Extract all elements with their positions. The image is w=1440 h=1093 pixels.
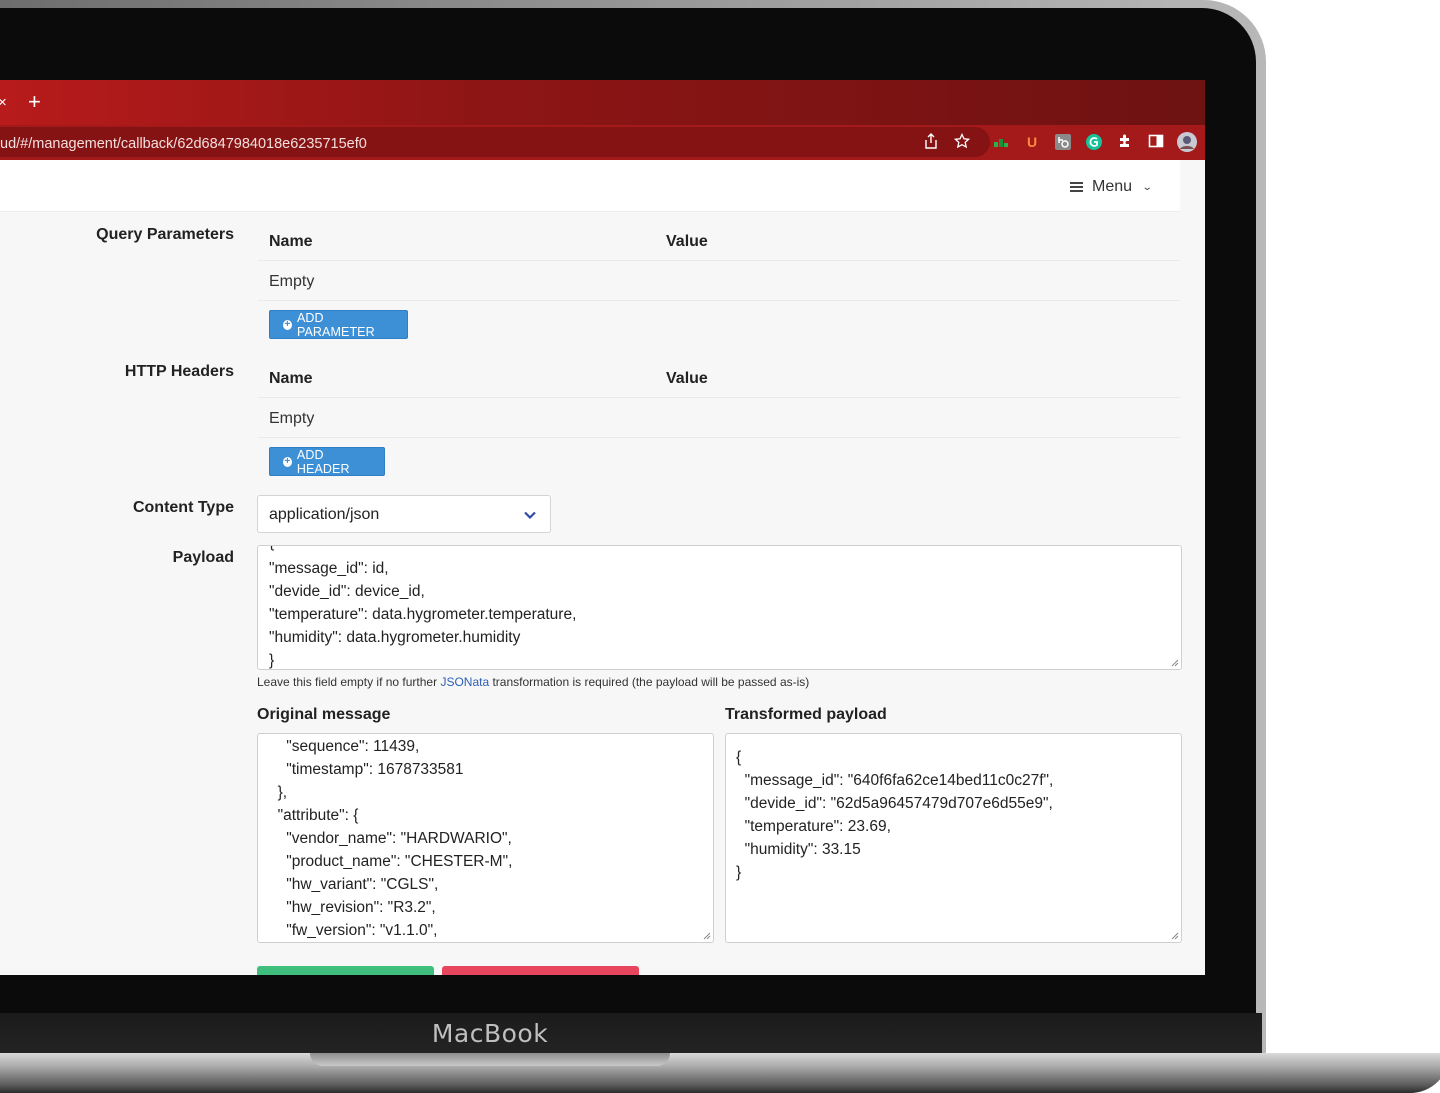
code-line: "humidity": data.hygrometer.humidity (269, 629, 521, 646)
code-line: "humidity": 33.15 (736, 841, 861, 858)
code-line: "devide_id": device_id, (269, 583, 425, 600)
resize-handle-icon[interactable] (1171, 659, 1179, 667)
divider (258, 437, 1180, 438)
transformed-payload-label: Transformed payload (725, 706, 887, 723)
delete-button[interactable] (442, 966, 639, 975)
code-line: } (736, 864, 742, 881)
bookmark-star-icon[interactable] (953, 132, 971, 151)
code-line: "devide_id": "62d5a96457479d707e6d55e9", (736, 795, 1053, 812)
menu-button[interactable]: Menu ⌄ (1070, 177, 1153, 197)
close-tab-icon[interactable]: × (0, 94, 7, 111)
code-line: { (736, 749, 742, 766)
header-name-header: Name (269, 370, 313, 387)
code-line: "message_id": "640f6fa62ce14bed11c0c27f"… (736, 772, 1054, 789)
content-type-select[interactable]: application/json (257, 495, 551, 533)
code-line: "product_name": "CHESTER-M", (269, 853, 513, 870)
address-bar-url: ud/#/management/callback/62d6847984018e6… (0, 136, 367, 152)
payload-label: Payload (172, 549, 234, 566)
divider (258, 397, 1180, 398)
code-line: "fw_version": "v1.1.0", (269, 922, 438, 939)
extension-hubspot-icon[interactable] (1054, 133, 1072, 151)
browser-toolbar: ud/#/management/callback/62d6847984018e6… (0, 125, 1205, 160)
query-param-value-header: Value (666, 233, 708, 250)
add-header-button[interactable]: + ADD HEADER (269, 447, 385, 476)
code-line: "attribute": { (269, 807, 359, 824)
http-headers-label: HTTP Headers (124, 363, 234, 380)
code-line: "timestamp": 1678733581 (269, 761, 464, 778)
hamburger-icon (1070, 182, 1083, 192)
code-line: "hw_variant": "CGLS", (269, 876, 439, 893)
code-line: "vendor_name": "HARDWARIO", (269, 830, 512, 847)
menu-label: Menu (1092, 178, 1133, 195)
code-line: "sequence": 11439, (269, 738, 420, 755)
content-type-label: Content Type (132, 499, 234, 516)
query-param-name-header: Name (269, 233, 313, 250)
jsonata-link[interactable]: JSONata (440, 675, 489, 689)
content-type-value: application/json (269, 506, 380, 523)
code-line: }, (269, 784, 288, 801)
app-header: Menu ⌄ (0, 160, 1180, 212)
extensions-puzzle-icon[interactable] (1116, 133, 1134, 151)
payload-help-text: Leave this field empty if no further JSO… (257, 675, 810, 689)
code-line: "temperature": data.hygrometer.temperatu… (269, 606, 577, 623)
header-value-header: Value (666, 370, 708, 387)
share-icon[interactable] (922, 133, 940, 151)
query-parameters-label: Query Parameters (96, 226, 234, 243)
original-message-label: Original message (257, 706, 391, 723)
laptop-base (0, 1053, 1440, 1093)
original-message-editor[interactable]: "sequence": 11439, "timestamp": 16787335… (257, 733, 714, 943)
profile-avatar[interactable] (1177, 132, 1197, 152)
resize-handle-icon[interactable] (1171, 932, 1179, 940)
grammarly-icon[interactable] (1085, 133, 1103, 151)
screen: × + ud/#/management/callback/62d68479840… (0, 80, 1205, 975)
code-line: "temperature": 23.69, (736, 818, 891, 835)
code-line: "message_id": id, (269, 560, 389, 577)
laptop-hinge-notch (310, 1053, 670, 1066)
callback-form: Query Parameters Name Value Empty + ADD … (0, 211, 1205, 975)
laptop-brand: MacBook (431, 1019, 549, 1048)
http-headers-empty: Empty (269, 410, 315, 427)
code-line: { (269, 546, 274, 552)
code-line: } (269, 652, 275, 669)
transformed-payload-editor[interactable]: { "message_id": "640f6fa62ce14bed11c0c27… (725, 733, 1182, 943)
extension-green-icon[interactable] (992, 133, 1010, 151)
plus-circle-icon: + (283, 455, 292, 467)
chevron-down-icon (524, 511, 536, 520)
extension-u-icon[interactable]: U (1023, 133, 1041, 151)
new-tab-button[interactable]: + (28, 91, 41, 113)
divider (258, 300, 1180, 301)
side-panel-icon[interactable] (1147, 133, 1165, 151)
resize-handle-icon[interactable] (703, 932, 711, 940)
add-parameter-button[interactable]: + ADD PARAMETER (269, 310, 408, 339)
address-bar[interactable]: ud/#/management/callback/62d6847984018e6… (0, 127, 990, 157)
plus-circle-icon: + (283, 318, 292, 330)
query-params-empty: Empty (269, 273, 315, 290)
save-button[interactable] (257, 966, 434, 975)
browser-tab-strip: × + (0, 80, 1205, 125)
divider (258, 260, 1180, 261)
code-line: "hw_revision": "R3.2", (269, 899, 436, 916)
payload-editor[interactable]: { "message_id": id, "devide_id": device_… (257, 545, 1182, 670)
chevron-down-icon: ⌄ (1141, 181, 1153, 193)
